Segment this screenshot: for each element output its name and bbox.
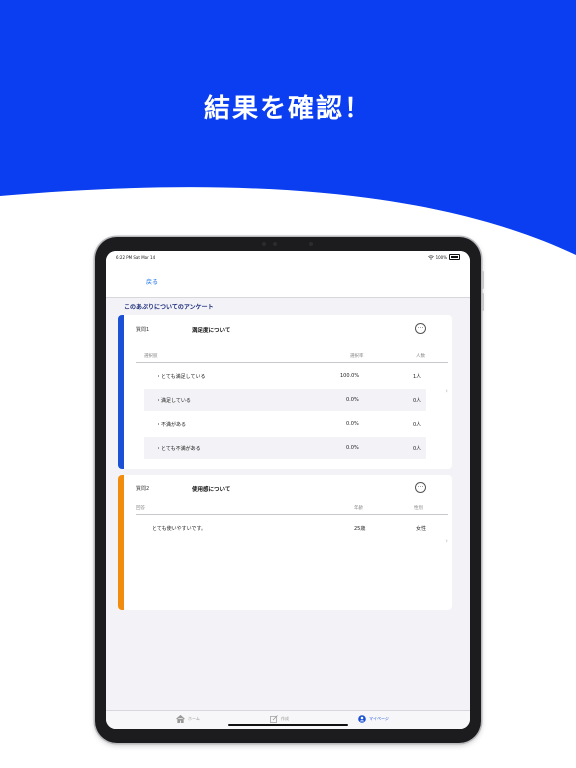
column-header-gender: 性別 <box>414 506 423 511</box>
count-cell: 0人 <box>413 422 422 428</box>
tab-mypage[interactable]: マイページ <box>358 715 389 723</box>
chevron-right-icon: › <box>445 387 448 395</box>
card-accent-stripe <box>118 475 124 610</box>
nav-bar: 戻る <box>106 263 470 298</box>
tab-create[interactable]: 作成 <box>270 715 289 723</box>
gender-cell: 女性 <box>416 526 427 532</box>
camera-icon <box>309 242 313 246</box>
rate-cell: 0.0% <box>346 445 359 451</box>
tab-home[interactable]: ホーム <box>176 715 200 723</box>
column-header-answer: 回答 <box>136 506 145 511</box>
home-icon <box>176 715 185 723</box>
wifi-icon <box>427 254 434 260</box>
table-row: ・とても満足している 100.0% 1人 <box>144 365 426 387</box>
person-icon <box>358 715 366 723</box>
count-cell: 0人 <box>413 398 422 404</box>
choice-cell: ・満足している <box>156 398 191 404</box>
question-number: 質問1 <box>136 327 150 333</box>
rate-cell: 100.0% <box>340 373 360 379</box>
volume-button <box>482 271 484 289</box>
choice-cell: ・とても満足している <box>156 374 206 380</box>
header-divider <box>136 362 448 363</box>
chevron-right-icon: › <box>445 537 448 545</box>
question-title: 満足度について <box>192 328 231 334</box>
rate-cell: 0.0% <box>346 421 359 427</box>
battery-icon <box>449 254 460 260</box>
question-number: 質問2 <box>136 486 150 492</box>
status-indicators: 100% <box>427 254 460 260</box>
tab-label: 作成 <box>281 716 289 721</box>
hero-background <box>0 0 576 255</box>
answer-cell: とても使いやすいです。 <box>152 526 206 532</box>
column-header-choice: 選択肢 <box>144 354 158 359</box>
headline: 結果を確認！ <box>203 94 372 124</box>
back-button[interactable]: 戻る <box>146 277 158 286</box>
tablet-device: 6:22 PM Sat Mar 14 100% 戻る このあぷりについてのアンケ… <box>95 237 484 743</box>
camera-icon <box>262 242 266 246</box>
survey-title: このあぷりについてのアンケート <box>124 304 214 311</box>
question-card-1[interactable]: 質問1 満足度について ··· 選択肢 選択率 人数 ・とても満足している 10… <box>118 315 452 469</box>
battery-percent: 100% <box>435 254 447 260</box>
more-options-button[interactable]: ··· <box>415 323 426 334</box>
tab-bar: ホーム 作成 マイページ <box>106 710 470 729</box>
volume-button <box>482 293 484 311</box>
status-time: 6:22 PM Sat Mar 14 <box>116 255 156 260</box>
table-row: ・不満がある 0.0% 0人 <box>144 413 426 435</box>
tab-label: マイページ <box>369 716 389 721</box>
header-divider <box>136 514 448 515</box>
question-title: 使用感について <box>192 487 231 493</box>
rate-cell: 0.0% <box>346 397 359 403</box>
tab-label: ホーム <box>188 716 200 721</box>
table-row: ・とても不満がある 0.0% 0人 <box>144 437 426 459</box>
column-header-age: 年齢 <box>354 506 363 511</box>
count-cell: 1人 <box>413 374 422 380</box>
choice-cell: ・不満がある <box>156 422 187 428</box>
choice-cell: ・とても不満がある <box>156 446 201 452</box>
compose-icon <box>270 715 278 723</box>
home-indicator <box>228 723 348 726</box>
table-row: とても使いやすいです。 25歳 女性 <box>136 517 448 539</box>
column-header-count: 人数 <box>416 354 425 359</box>
count-cell: 0人 <box>413 446 422 452</box>
more-options-button[interactable]: ··· <box>415 482 426 493</box>
column-header-rate: 選択率 <box>350 354 364 359</box>
card-accent-stripe <box>118 315 124 469</box>
camera-icon <box>273 242 277 246</box>
age-cell: 25歳 <box>354 526 366 532</box>
question-card-2[interactable]: 質問2 使用感について ··· 回答 年齢 性別 とても使いやすいです。 25歳… <box>118 475 452 610</box>
table-row: ・満足している 0.0% 0人 <box>144 389 426 411</box>
status-bar: 6:22 PM Sat Mar 14 100% <box>106 251 470 263</box>
app-screen: 6:22 PM Sat Mar 14 100% 戻る このあぷりについてのアンケ… <box>106 251 470 729</box>
